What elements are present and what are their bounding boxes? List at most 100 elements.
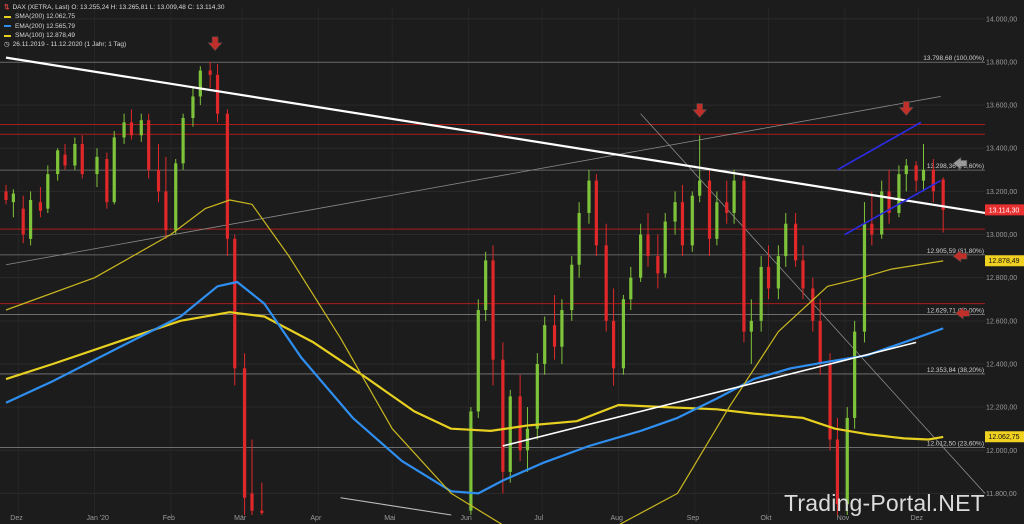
candle-body [629,277,633,300]
candle-body [21,208,25,235]
sma200-swatch [4,15,11,18]
candle-body [639,234,643,278]
y-tick-label: 13.600,00 [986,103,1017,110]
candle-body [469,411,473,511]
candle-body [725,202,729,213]
candle-body [904,165,908,175]
candle-body [112,137,116,203]
legend-item-ema200: EMA(200) 12.565,79 [4,22,224,31]
y-tick-label: 13.200,00 [986,189,1017,196]
y-tick-label: 13.000,00 [986,232,1017,239]
candle-body [129,122,134,136]
candle-body [732,180,736,213]
legend-item-sma100: SMA(100) 12.878,49 [4,31,224,40]
candle-body [793,223,798,261]
candle-body [680,202,685,246]
candle-body [198,70,202,97]
legend-header: ⇅ DAX (XETRA, Last) O: 13.255,24 H: 13.2… [4,3,224,12]
candle-body [742,180,746,332]
candle-body [225,113,229,239]
fib-level-label: 12.012,50 (23,60%) [927,441,984,448]
candle-body [174,163,178,231]
candle-body [156,169,161,192]
candle-body [215,74,220,114]
candle-body [38,202,43,211]
fib-level-label: 12.353,84 (38,20%) [927,367,984,374]
candle-body [260,510,264,513]
candle-body [611,320,616,369]
y-tick-label: 12.600,00 [986,318,1017,325]
candle-body [897,174,901,213]
candle-body [811,288,815,321]
x-tick-label: Jul [534,515,543,522]
x-tick-label: Feb [163,515,175,522]
y-tick-label: 13.800,00 [986,59,1017,66]
candle-body [931,169,935,192]
candle-body [552,325,557,347]
candle-body [105,159,109,203]
candle-body [11,193,15,203]
candle-body [715,202,719,239]
candle-body [776,256,780,289]
candle-body [914,165,918,181]
watermark: Trading-Portal.NET [784,490,985,516]
x-tick-label: Dez [10,515,23,522]
candle-body [491,260,495,360]
candle-body [690,195,694,246]
ema200-swatch [4,25,11,28]
price-tag-label: 12.878,49 [988,258,1019,265]
x-tick-label: Mär [234,515,247,522]
y-tick-label: 12.800,00 [986,275,1017,282]
candle-body [749,320,753,332]
instrument-title: DAX (XETRA, Last) [12,4,70,11]
candle-body [766,266,771,289]
candle-body [577,212,581,265]
candle-body [208,70,212,75]
candle-body [73,143,77,166]
y-tick-label: 13.400,00 [986,146,1017,153]
candle-body [476,310,480,412]
candle-body [191,96,195,119]
candle-body [80,143,84,175]
candle-body [646,234,650,257]
y-tick-label: 14.000,00 [986,16,1017,23]
candle-body [698,180,702,196]
candle-body [853,331,857,418]
legend-range: ◷ 26.11.2019 - 11.12.2020 (1 Jahr; 1 Tag… [4,41,127,49]
clock-icon: ◷ [4,41,10,49]
candle-body [147,120,151,170]
legend-item-sma200: SMA(200) 12.062,75 [4,12,224,21]
y-tick-label: 12.200,00 [986,405,1017,412]
x-tick-label: Jun [460,515,471,522]
candle-body [707,180,712,239]
chart-background [0,0,1024,524]
candle-body [656,256,660,274]
candle-body [784,223,788,257]
price-tag-label: 13.114,30 [989,207,1020,214]
candle-body [139,120,143,136]
candle-body [570,264,574,311]
candle-body [535,363,539,429]
candle-body [604,245,608,321]
candle-body [181,118,185,164]
candle-body [673,202,677,222]
y-tick-label: 11.800,00 [986,491,1017,498]
candle-body [164,191,168,231]
candle-body [484,260,488,311]
candle-body [122,122,126,138]
candle-body [663,221,667,274]
candle-body [250,493,254,511]
candle-body [921,169,926,181]
price-tag-label: 12.062,75 [988,434,1019,441]
candle-body [621,299,626,369]
x-tick-label: Mai [384,515,396,522]
candle-body [543,325,547,364]
x-tick-label: Okt [761,515,772,522]
y-tick-label: 12.400,00 [986,361,1017,368]
y-tick-label: 12.000,00 [986,448,1017,455]
instrument-icon: ⇅ [4,4,10,11]
candle-body [560,310,564,347]
legend: ⇅ DAX (XETRA, Last) O: 13.255,24 H: 13.2… [4,3,224,49]
candle-body [4,191,8,201]
candle-body [870,223,874,235]
